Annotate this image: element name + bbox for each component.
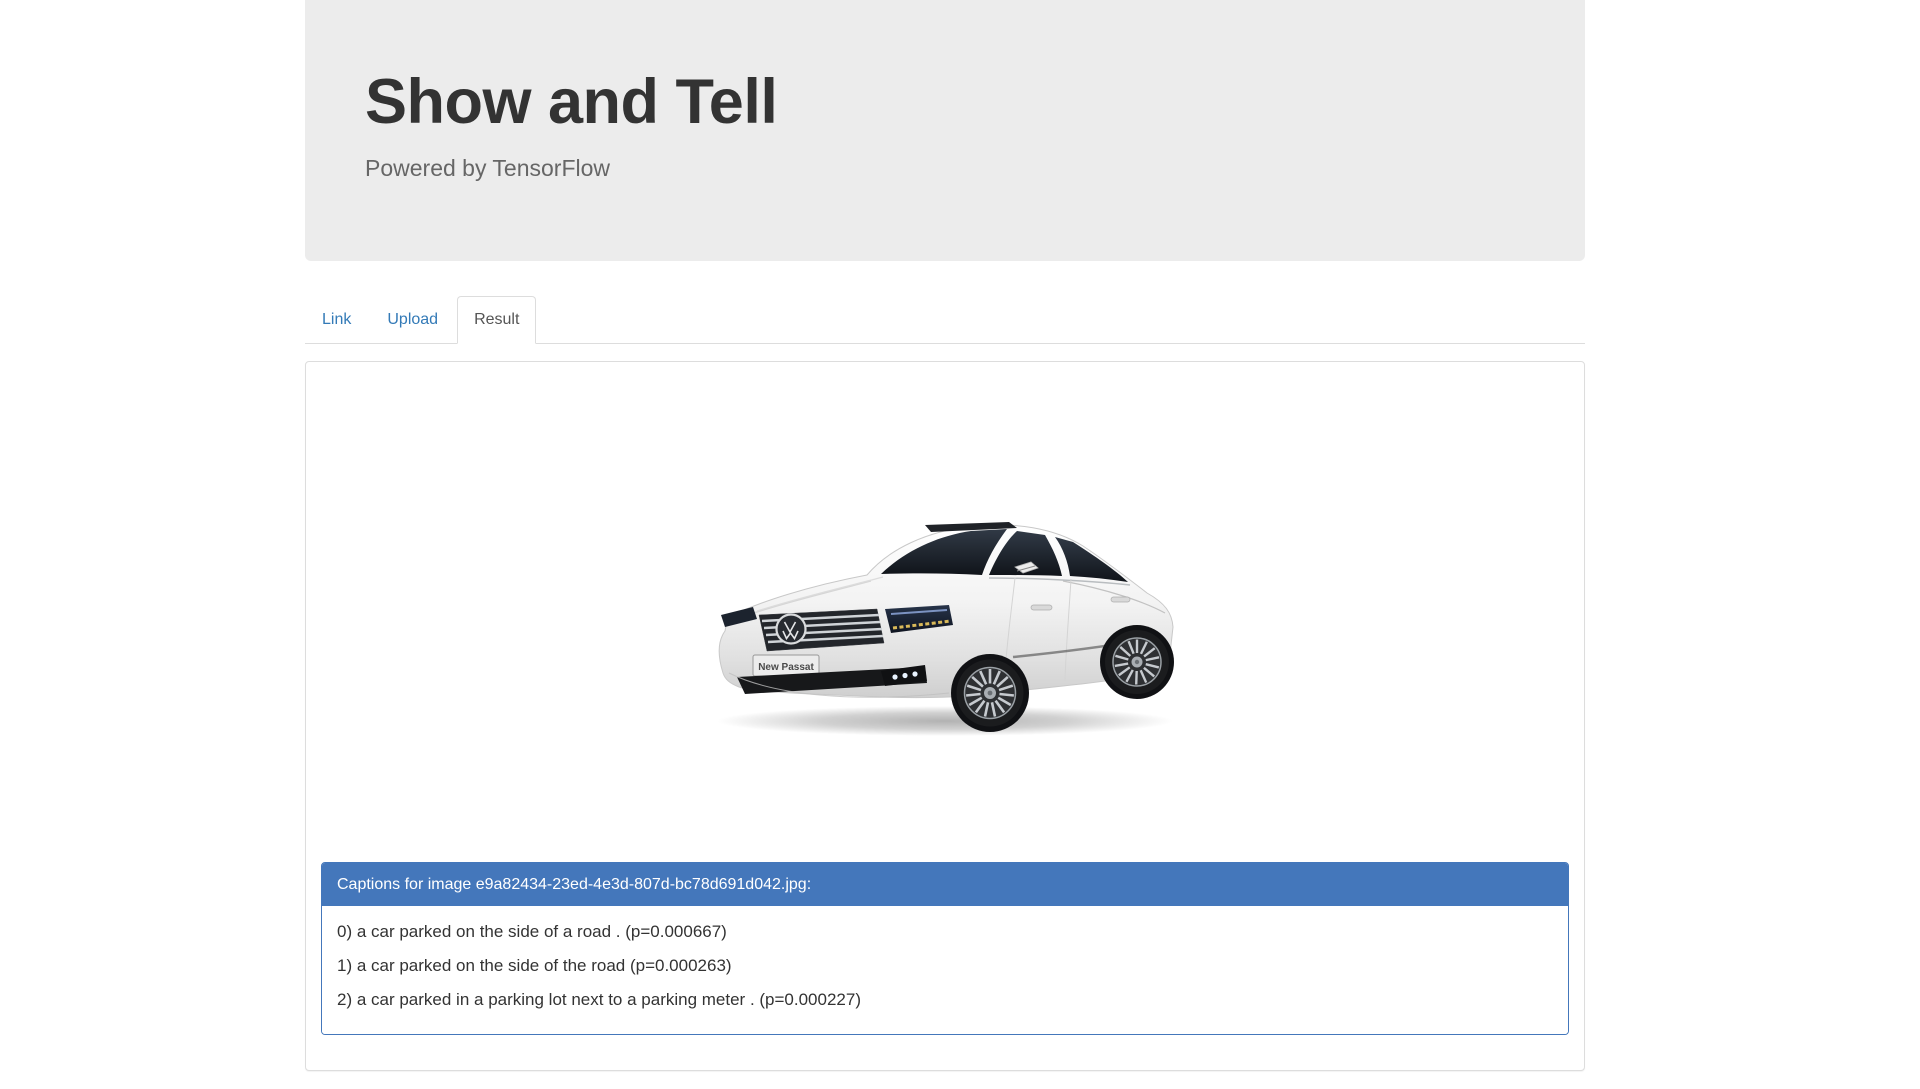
result-panel: New Passat Captions for image e9a82434-2… (305, 361, 1585, 1071)
captions-panel-body: 0) a car parked on the side of a road . … (322, 906, 1568, 1034)
car-image: New Passat (716, 522, 1174, 736)
captions-panel-heading: Captions for image e9a82434-23ed-4e3d-80… (322, 863, 1568, 906)
tab-bar: Link Upload Result (305, 296, 1585, 344)
page-title: Show and Tell (365, 67, 778, 137)
uploaded-image-wrapper: New Passat (321, 515, 1569, 748)
captions-panel: Captions for image e9a82434-23ed-4e3d-80… (321, 862, 1569, 1035)
page-subtitle: Powered by TensorFlow (365, 155, 611, 182)
car-license-plate: New Passat (758, 662, 814, 673)
tab-result[interactable]: Result (457, 296, 537, 344)
tab-link[interactable]: Link (305, 296, 368, 344)
caption-line: 2) a car parked in a parking lot next to… (337, 990, 861, 1009)
caption-line: 0) a car parked on the side of a road . … (337, 922, 727, 941)
tab-upload[interactable]: Upload (370, 296, 455, 344)
page-container: Show and Tell Powered by TensorFlow Link… (305, 0, 1585, 1071)
jumbotron-header: Show and Tell Powered by TensorFlow (305, 0, 1585, 261)
caption-line: 1) a car parked on the side of the road … (337, 956, 732, 975)
